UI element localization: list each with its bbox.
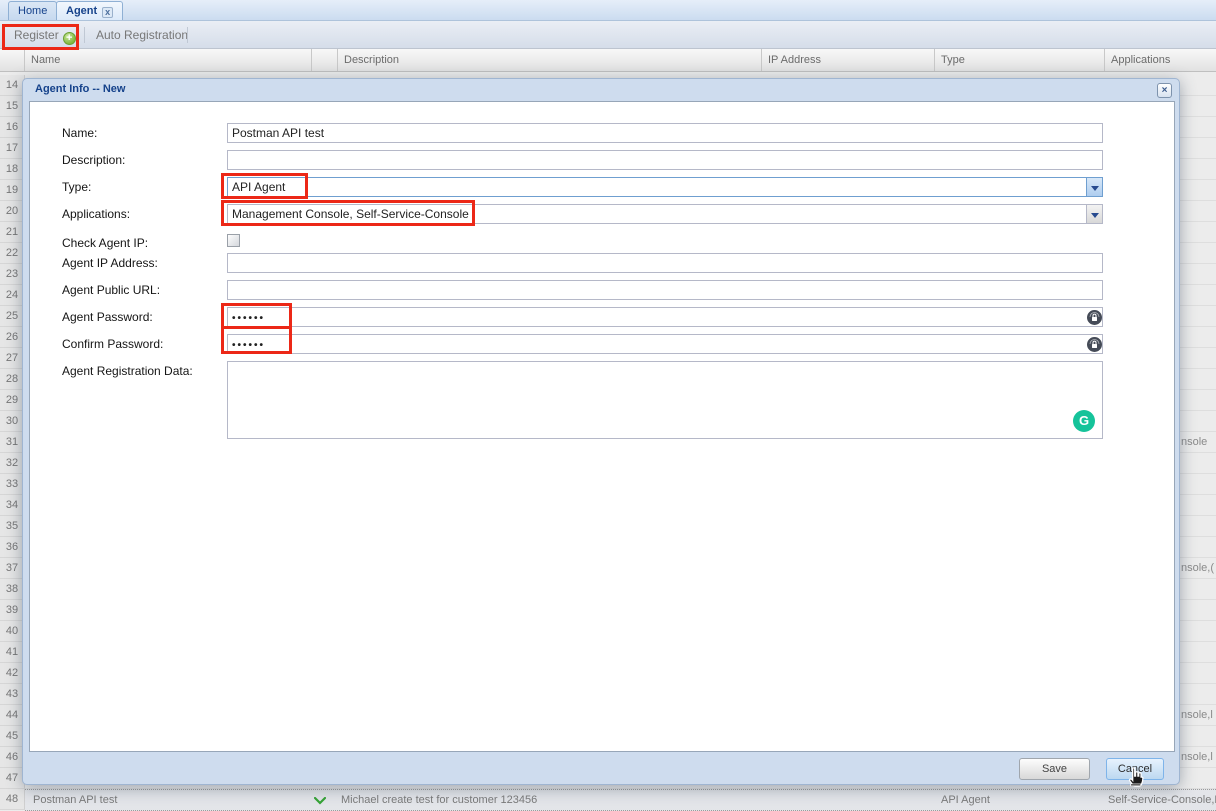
type-dropdown-trigger-icon[interactable]: [1086, 177, 1103, 197]
column-header-ip-address[interactable]: IP Address: [762, 49, 935, 71]
applications-combobox[interactable]: [227, 204, 1103, 224]
toolbar-separator: [187, 27, 188, 43]
name-label: Name:: [62, 123, 227, 143]
register-button[interactable]: Register +: [8, 25, 82, 46]
plus-circle-icon: +: [63, 32, 76, 45]
auto-registration-button[interactable]: Auto Registration: [90, 25, 194, 46]
check-agent-ip-label: Check Agent IP:: [62, 233, 227, 253]
column-header-name[interactable]: Name: [25, 49, 312, 71]
tab-strip: Home Agentx: [0, 0, 1216, 21]
clipped-row-text: nsole: [1181, 432, 1207, 453]
password-manager-lock-icon[interactable]: [1087, 310, 1102, 325]
save-button[interactable]: Save: [1019, 758, 1090, 780]
agent-registration-data-label: Agent Registration Data:: [62, 361, 227, 381]
confirm-password-label: Confirm Password:: [62, 334, 227, 354]
agent-info-dialog: Agent Info -- New × Name: Description: T…: [22, 78, 1180, 785]
register-label: Register: [14, 28, 59, 42]
column-header-expander: [312, 49, 338, 71]
row-cell-description: Michael create test for customer 123456: [341, 790, 761, 811]
password-manager-lock-icon[interactable]: [1087, 337, 1102, 352]
toolbar-separator: [84, 27, 85, 43]
tab-agent-label: Agent: [66, 5, 97, 17]
type-combobox[interactable]: [227, 177, 1103, 197]
clipped-row-text: nsole,(: [1181, 558, 1214, 579]
description-label: Description:: [62, 150, 227, 170]
column-header-applications[interactable]: Applications: [1105, 49, 1216, 71]
type-label: Type:: [62, 177, 227, 197]
tab-home[interactable]: Home: [8, 1, 57, 20]
row-cell-applications: Self-Service-Console,M: [1108, 790, 1216, 811]
clipped-row-text: nsole,l: [1181, 747, 1213, 768]
chevron-down-icon[interactable]: [314, 797, 326, 805]
agent-ip-address-label: Agent IP Address:: [62, 253, 227, 273]
auto-registration-label: Auto Registration: [96, 28, 188, 42]
clipped-row-text: nsole,l: [1181, 705, 1213, 726]
agent-registration-data-field[interactable]: [227, 361, 1103, 439]
applications-label: Applications:: [62, 204, 227, 224]
dialog-close-icon[interactable]: ×: [1157, 83, 1172, 98]
tab-agent[interactable]: Agentx: [56, 1, 123, 20]
column-header-description[interactable]: Description: [338, 49, 762, 71]
tab-home-label: Home: [18, 5, 47, 17]
description-field[interactable]: [227, 150, 1103, 170]
confirm-password-field[interactable]: [227, 334, 1103, 354]
column-header-type[interactable]: Type: [935, 49, 1105, 71]
agent-password-label: Agent Password:: [62, 307, 227, 327]
tab-close-icon[interactable]: x: [102, 7, 113, 18]
column-header-rownum: [0, 49, 25, 71]
table-row[interactable]: Postman API test Michael create test for…: [25, 789, 1216, 811]
dialog-body: Name: Description: Type: Applications: C…: [29, 101, 1175, 752]
check-agent-ip-checkbox[interactable]: [227, 234, 240, 247]
row-number: 48: [0, 789, 25, 810]
toolbar: Register + Auto Registration: [0, 21, 1216, 49]
agent-password-field[interactable]: [227, 307, 1103, 327]
row-cell-name: Postman API test: [33, 790, 303, 811]
applications-dropdown-trigger-icon[interactable]: [1086, 204, 1103, 224]
name-field[interactable]: [227, 123, 1103, 143]
cancel-button[interactable]: Cancel: [1106, 758, 1164, 780]
dialog-title: Agent Info -- New: [35, 83, 125, 95]
agent-public-url-label: Agent Public URL:: [62, 280, 227, 300]
grammarly-icon[interactable]: G: [1073, 410, 1095, 432]
agent-public-url-field[interactable]: [227, 280, 1103, 300]
row-cell-type: API Agent: [941, 790, 1106, 811]
grid-header: Name Description IP Address Type Applica…: [0, 49, 1216, 72]
agent-ip-address-field[interactable]: [227, 253, 1103, 273]
